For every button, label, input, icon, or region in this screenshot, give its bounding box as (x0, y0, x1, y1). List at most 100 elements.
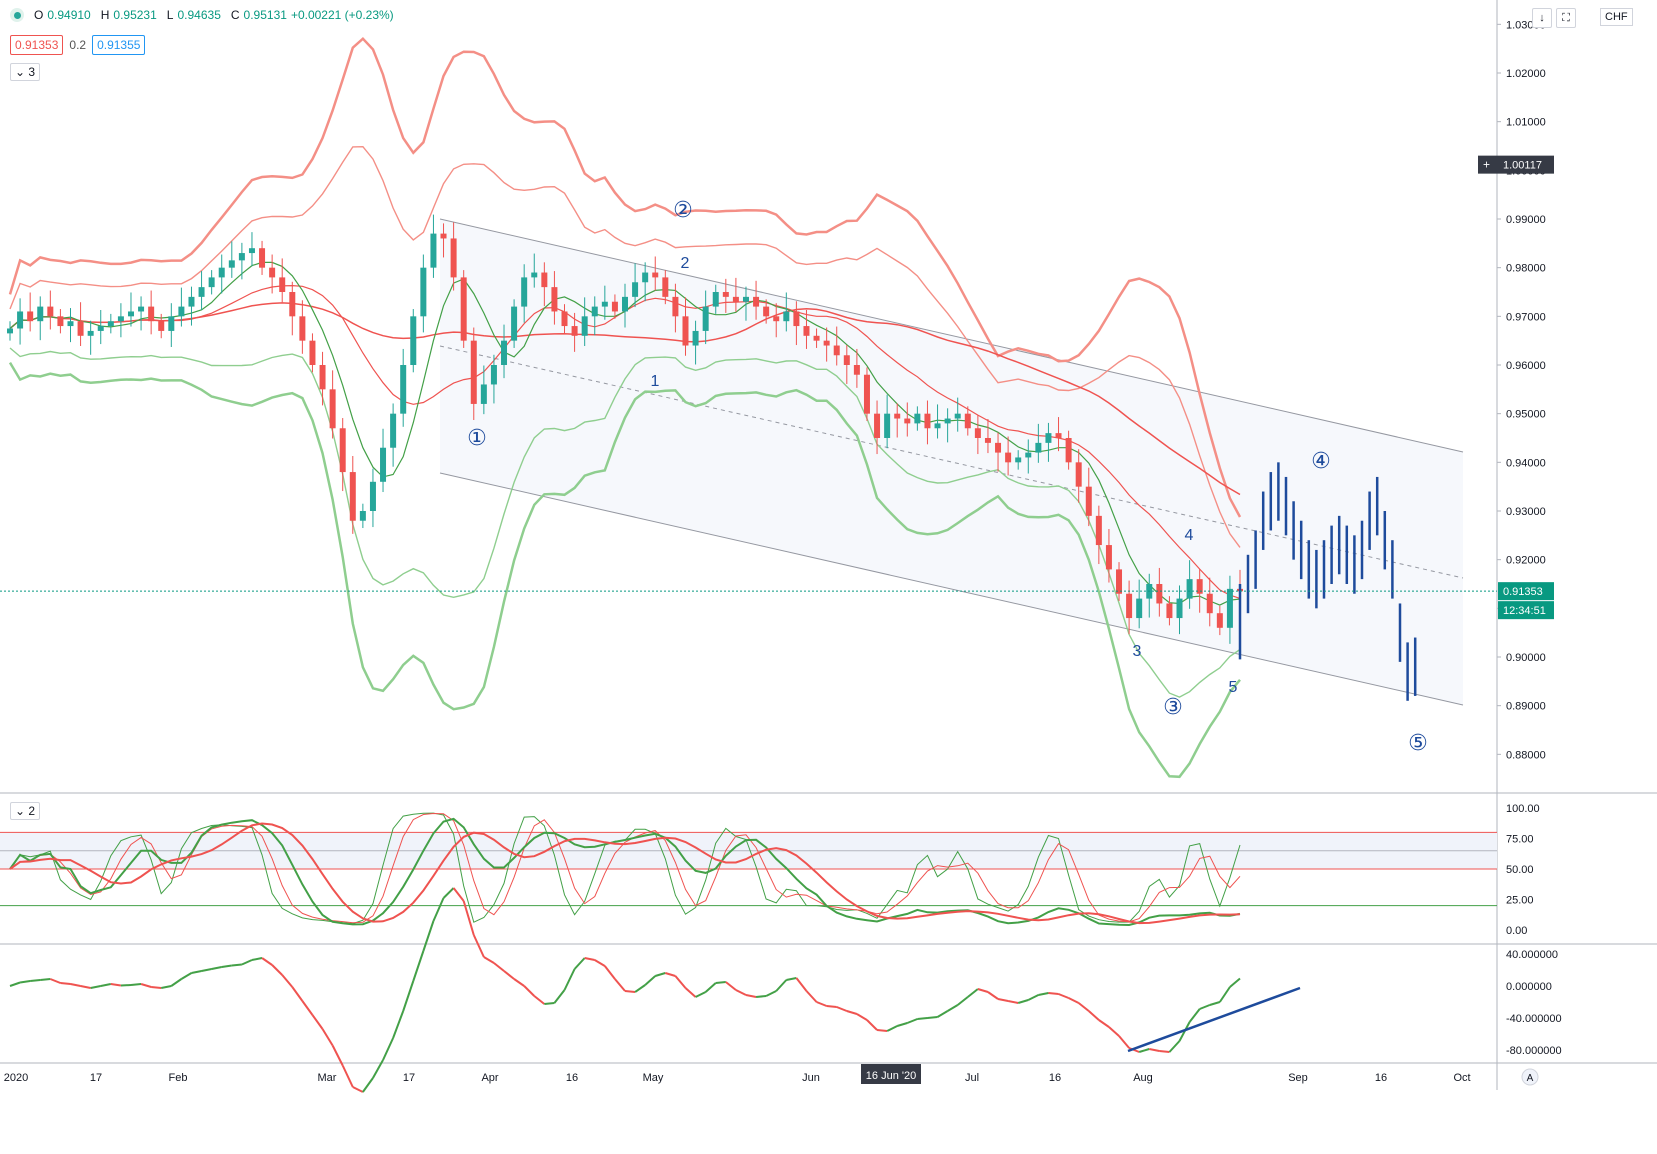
candle-body (541, 272, 548, 288)
candle-body (823, 340, 830, 346)
candle-body (400, 364, 407, 414)
currency-label[interactable]: CHF (1600, 8, 1633, 26)
candle-body (732, 296, 739, 302)
move-down-icon[interactable]: ↓ (1532, 8, 1552, 28)
open-label: O (34, 8, 44, 22)
candle-body (218, 267, 225, 278)
stoch-tick-label: 75.00 (1506, 834, 1534, 846)
candle-body (1105, 545, 1112, 570)
candle-body (450, 238, 457, 278)
momentum-segment (927, 1016, 938, 1019)
last-price-label: 0.91353 (1503, 586, 1543, 598)
x-tick-label: 17 (403, 1072, 415, 1084)
chevron-down-icon: ⌄ (15, 804, 26, 818)
momentum-segment (130, 983, 142, 986)
momentum-tick-label: 0.000000 (1506, 981, 1552, 993)
candle-body (117, 316, 124, 322)
x-tick-label: 16 (1049, 1072, 1061, 1084)
candle-body (1045, 433, 1052, 443)
candle-body (27, 311, 34, 322)
momentum-segment (715, 981, 726, 984)
candle-body (440, 233, 447, 239)
candle-body (722, 291, 729, 297)
close-value: 0.95131 (243, 8, 287, 22)
crosshair-price-label: 1.00117 (1503, 160, 1542, 172)
momentum-segment (917, 1017, 928, 1020)
wave-label-circled: ⑤ (1408, 731, 1428, 756)
indicator-value-blue[interactable]: 0.91355 (92, 35, 146, 55)
candle-body (1065, 437, 1072, 463)
candle-body (410, 316, 417, 365)
momentum-tick-label: 40.000000 (1506, 949, 1558, 961)
candle-body (783, 311, 790, 322)
chart-canvas[interactable]: ① 1 ② 2 3 ③ 4 ④ 5 ⑤ 100.00 75.00 50.00 25.00 0.00 40.… (0, 0, 1657, 1154)
wave-label-circled: ④ (1311, 449, 1331, 474)
indicator-value-red[interactable]: 0.91353 (10, 35, 64, 55)
x-tick-label: May (643, 1072, 664, 1084)
candle-body (884, 413, 891, 438)
candle-body (37, 306, 44, 322)
candle-body (7, 328, 13, 334)
y-tick-label: 0.90000 (1506, 652, 1546, 664)
candle-body (581, 316, 588, 336)
candle-body (843, 355, 850, 365)
candle-body (803, 326, 810, 336)
candle-body (67, 321, 74, 327)
x-tick-label: Sep (1288, 1072, 1308, 1084)
candle-body (490, 364, 497, 385)
y-tick-label: 0.98000 (1506, 263, 1546, 275)
y-tick-label: 0.97000 (1506, 311, 1546, 323)
momentum-segment (231, 963, 242, 967)
candle-body (77, 321, 84, 336)
candle-body (168, 316, 175, 331)
collapse-main-button[interactable]: ⌄ 3 (10, 63, 41, 81)
candle-body (279, 277, 286, 292)
momentum-segment (624, 990, 636, 993)
candle-body (692, 330, 699, 346)
candle-body (57, 316, 64, 327)
candle-body (430, 233, 437, 268)
candle-body (511, 306, 518, 341)
status-dot-icon (10, 8, 24, 22)
high-label: H (100, 8, 110, 22)
candle-body (551, 287, 558, 312)
candle-body (793, 311, 800, 327)
candle-body (753, 296, 760, 307)
candle-body (863, 374, 870, 414)
wave-label-circled: ① (467, 426, 487, 451)
candle-body (944, 418, 951, 424)
candle-body (1126, 593, 1133, 619)
candle-body (924, 413, 931, 429)
auto-scale-label: A (1527, 1073, 1534, 1084)
y-tick-label: 0.93000 (1506, 506, 1546, 518)
candle-body (309, 340, 316, 365)
crosshair-date-label: 16 Jun '20 (866, 1070, 916, 1082)
maximize-icon[interactable]: ⛶ (1556, 8, 1576, 28)
momentum-segment (1048, 992, 1059, 995)
candle-body (228, 260, 235, 268)
candle-body (813, 335, 820, 341)
chevron-down-icon: ⌄ (15, 65, 26, 79)
momentum-segment (1159, 1050, 1170, 1053)
x-tick-label: 16 (1375, 1072, 1387, 1084)
candle-body (914, 413, 921, 424)
candle-body (853, 364, 860, 375)
candle-body (1085, 486, 1092, 516)
candle-body (420, 267, 427, 317)
y-tick-label: 0.92000 (1506, 555, 1546, 567)
y-tick-label: 0.95000 (1506, 409, 1546, 421)
indicator-legend: 0.91353 0.2 0.91355 (10, 35, 146, 55)
x-tick-label: Feb (169, 1072, 188, 1084)
candle-body (501, 340, 508, 365)
stoch-tick-label: 50.00 (1506, 864, 1534, 876)
candle-body (1136, 598, 1143, 619)
candle-body (954, 413, 961, 419)
candle-body (1025, 452, 1032, 458)
candle-body (1156, 583, 1163, 604)
high-value: 0.95231 (113, 8, 157, 22)
momentum-segment (151, 986, 162, 989)
x-tick-label: Jul (965, 1072, 979, 1084)
collapse-stoch-button[interactable]: ⌄ 2 (10, 802, 41, 820)
ohlc-legend: O 0.94910 H 0.95231 L 0.94635 C 0.95131 +0.0… (10, 8, 394, 22)
candle-body (339, 428, 346, 473)
